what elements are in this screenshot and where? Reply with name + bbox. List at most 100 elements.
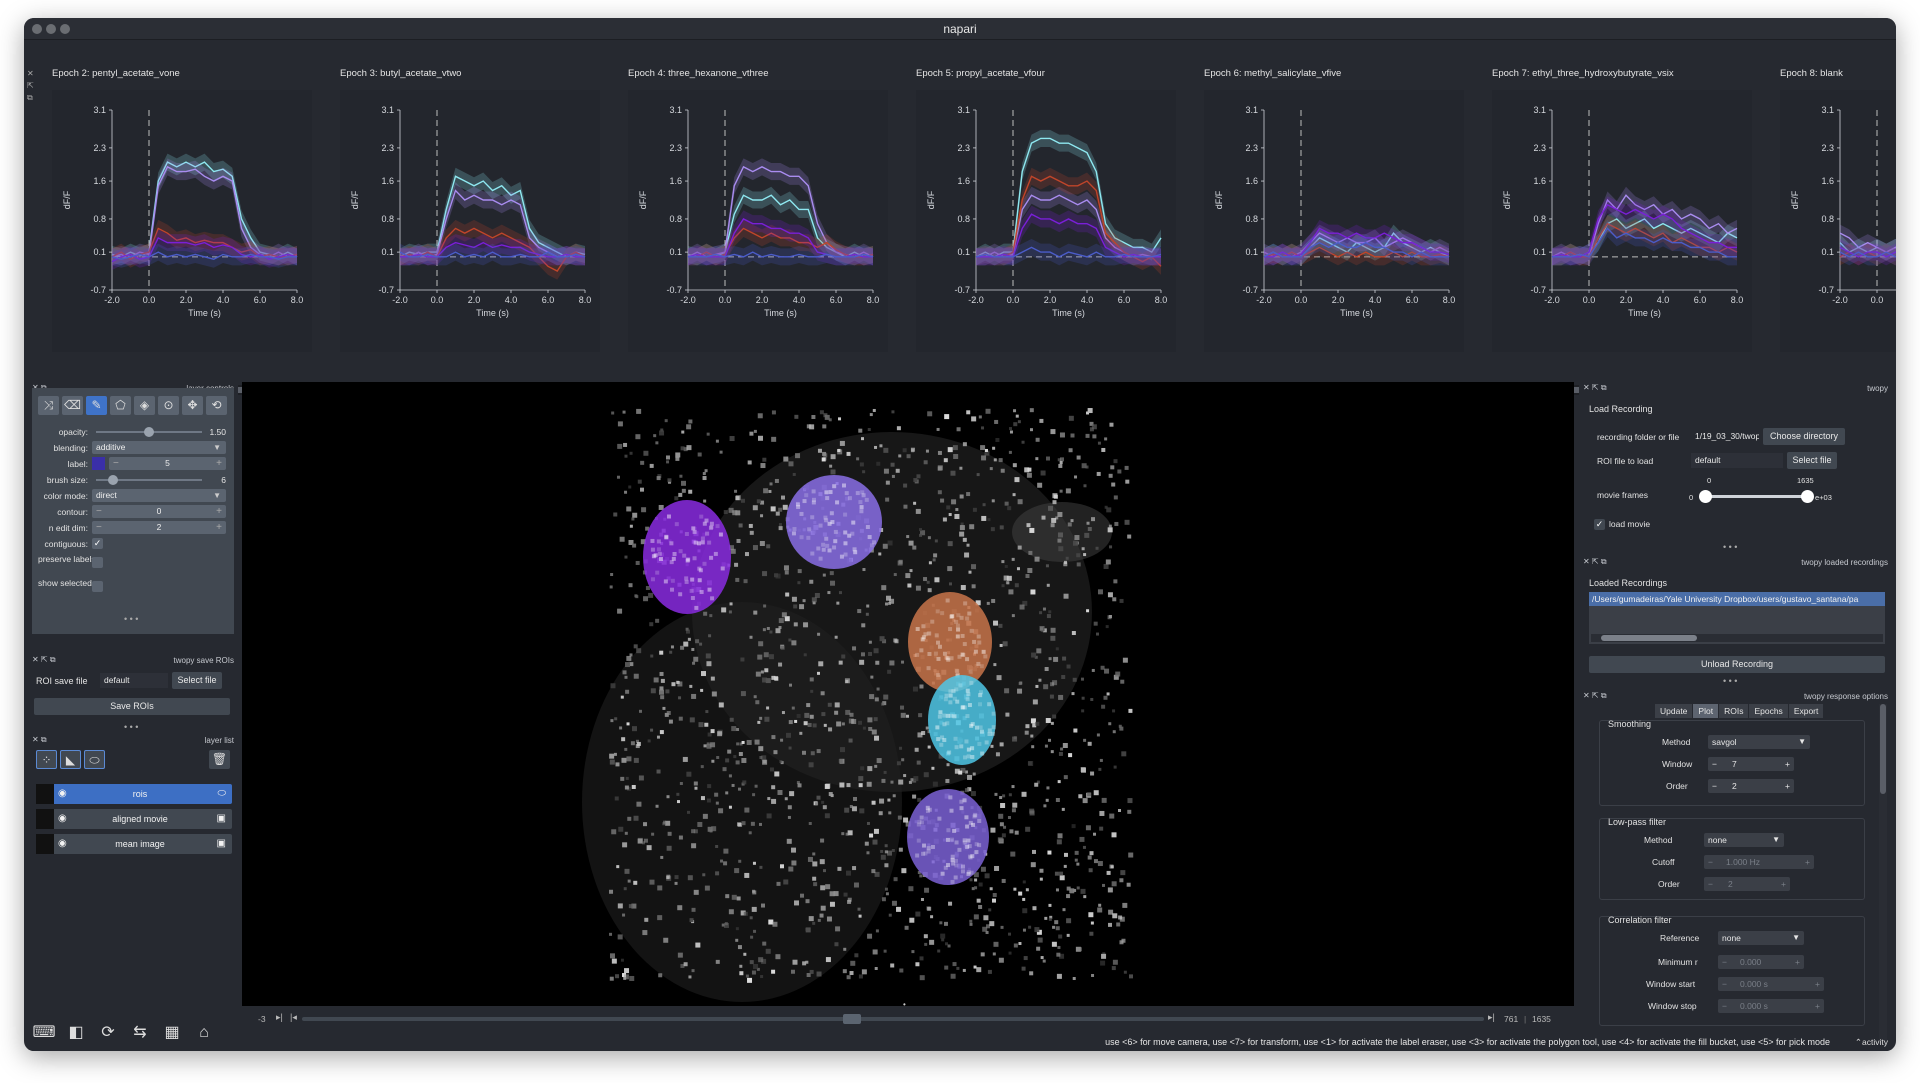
transform-icon[interactable]: ⟲ bbox=[206, 396, 227, 415]
step-forward-icon[interactable]: ▸| bbox=[1488, 1012, 1495, 1023]
dock-controls[interactable]: ✕ ⇱ ⧉ bbox=[27, 68, 37, 104]
scrollbar-thumb[interactable] bbox=[1880, 704, 1886, 794]
brush-size-slider-handle[interactable] bbox=[107, 475, 118, 485]
minus-icon[interactable]: − bbox=[1708, 877, 1713, 891]
plus-icon[interactable]: + bbox=[1781, 877, 1786, 891]
minus-icon[interactable]: − bbox=[1708, 855, 1713, 869]
new-labels-layer-icon[interactable]: ⬭ bbox=[84, 750, 105, 769]
select-roi-file-button[interactable]: Select file bbox=[1787, 452, 1837, 469]
plus-icon[interactable]: + bbox=[216, 457, 222, 470]
correlation-minr-spinbox[interactable]: −0.000 + bbox=[1718, 955, 1804, 969]
lowpass-cutoff-spinbox[interactable]: −1.000 Hz + bbox=[1704, 855, 1814, 869]
recording-folder-input[interactable]: 1/19_03_30/twopy/ bbox=[1691, 429, 1759, 444]
select-file-button[interactable]: Select file bbox=[172, 672, 222, 689]
eye-icon[interactable]: ◉ bbox=[58, 834, 67, 854]
contour-spinbox[interactable]: −0 + bbox=[92, 505, 226, 518]
plus-icon[interactable]: + bbox=[1785, 757, 1790, 771]
activity-button[interactable]: ⌃activity bbox=[1855, 1033, 1888, 1051]
step-back-icon[interactable]: |◂ bbox=[290, 1012, 297, 1023]
eye-icon[interactable]: ◉ bbox=[58, 809, 67, 829]
eye-icon[interactable]: ◉ bbox=[58, 784, 67, 804]
play-icon[interactable]: ▸| bbox=[276, 1012, 283, 1023]
layer-row[interactable]: ◉ aligned movie ▣ bbox=[36, 809, 232, 829]
plus-icon[interactable]: + bbox=[1805, 855, 1810, 869]
resize-handle[interactable]: • • • bbox=[124, 614, 138, 624]
picker-icon[interactable]: ⊙ bbox=[158, 396, 179, 415]
unload-recording-button[interactable]: Unload Recording bbox=[1589, 656, 1885, 673]
minus-icon[interactable]: − bbox=[1712, 779, 1717, 793]
move-camera-icon[interactable]: ✥ bbox=[182, 396, 203, 415]
new-shapes-layer-icon[interactable]: ◣ bbox=[60, 750, 81, 769]
minus-icon[interactable]: − bbox=[96, 521, 102, 534]
fill-bucket-icon[interactable]: ◈ bbox=[134, 396, 155, 415]
range-high-handle[interactable] bbox=[1801, 490, 1814, 503]
eraser-icon[interactable]: ⌫ bbox=[62, 396, 83, 415]
lowpass-order-spinbox[interactable]: −2 + bbox=[1704, 877, 1790, 891]
blending-select[interactable]: additive ▼ bbox=[92, 441, 226, 454]
label-color-swatch[interactable] bbox=[92, 457, 105, 470]
plus-icon[interactable]: + bbox=[1815, 999, 1820, 1013]
lowpass-method-select[interactable]: none ▼ bbox=[1704, 833, 1784, 847]
recording-list-item[interactable]: /Users/gumadeiras/Yale University Dropbo… bbox=[1589, 592, 1885, 606]
right-dock-scrollbar[interactable] bbox=[1879, 704, 1887, 1044]
shuffle-icon[interactable]: ⤨ bbox=[38, 396, 59, 415]
resize-handle[interactable]: • • • bbox=[1723, 542, 1737, 552]
minus-icon[interactable]: − bbox=[1712, 757, 1717, 771]
movie-frames-range-slider[interactable] bbox=[1703, 495, 1807, 498]
layer-row[interactable]: ◉ rois ⬭ bbox=[36, 784, 232, 804]
preserve-labels-checkbox[interactable] bbox=[92, 557, 103, 568]
resize-handle[interactable]: • • • bbox=[1723, 676, 1737, 686]
smoothing-method-select[interactable]: savgol ▼ bbox=[1708, 735, 1810, 749]
tab-update[interactable]: Update bbox=[1655, 704, 1693, 718]
minus-icon[interactable]: − bbox=[1722, 955, 1727, 969]
opacity-slider-handle[interactable] bbox=[144, 427, 154, 437]
frame-slider[interactable] bbox=[302, 1017, 1484, 1021]
list-horizontal-scrollbar[interactable] bbox=[1591, 634, 1883, 642]
minus-icon[interactable]: − bbox=[113, 457, 119, 470]
canvas-resize-dot[interactable]: • bbox=[903, 1000, 906, 1009]
tab-rois[interactable]: ROIs bbox=[1719, 704, 1749, 718]
tab-epochs[interactable]: Epochs bbox=[1749, 704, 1788, 718]
label-spinbox[interactable]: −5 + bbox=[109, 457, 226, 470]
window-start-spinbox[interactable]: −0.000 s + bbox=[1718, 977, 1824, 991]
minus-icon[interactable]: − bbox=[96, 505, 102, 518]
correlation-reference-select[interactable]: none ▼ bbox=[1718, 931, 1804, 945]
dock-close-icon[interactable]: ✕ ⇱ ⧉ bbox=[1583, 557, 1607, 567]
polygon-icon[interactable]: ⬠ bbox=[110, 396, 131, 415]
minus-icon[interactable]: − bbox=[1722, 977, 1727, 991]
range-low-handle[interactable] bbox=[1699, 490, 1712, 503]
loaded-recordings-list[interactable]: /Users/gumadeiras/Yale University Dropbo… bbox=[1589, 592, 1885, 644]
plus-icon[interactable]: + bbox=[1785, 779, 1790, 793]
minimize-window-icon[interactable] bbox=[46, 24, 56, 34]
plus-icon[interactable]: + bbox=[1815, 977, 1820, 991]
image-view[interactable] bbox=[242, 382, 1574, 1006]
save-rois-button[interactable]: Save ROIs bbox=[34, 698, 230, 715]
contiguous-checkbox[interactable]: ✓ bbox=[92, 538, 103, 549]
frame-current[interactable]: 761 bbox=[1504, 1014, 1518, 1024]
tab-export[interactable]: Export bbox=[1788, 704, 1824, 718]
resize-handle[interactable]: • • • bbox=[124, 722, 138, 732]
choose-directory-button[interactable]: Choose directory bbox=[1763, 428, 1845, 445]
color-mode-select[interactable]: direct ▼ bbox=[92, 489, 226, 502]
window-stop-spinbox[interactable]: −0.000 s + bbox=[1718, 999, 1824, 1013]
viewer-canvas[interactable] bbox=[242, 382, 1574, 1006]
smoothing-order-spinbox[interactable]: −2 + bbox=[1708, 779, 1794, 793]
smoothing-window-spinbox[interactable]: −7 + bbox=[1708, 757, 1794, 771]
close-window-icon[interactable] bbox=[32, 24, 42, 34]
load-movie-checkbox[interactable]: ✓ bbox=[1594, 519, 1605, 530]
plus-icon[interactable]: + bbox=[216, 505, 222, 518]
scrollbar-thumb[interactable] bbox=[1601, 635, 1697, 641]
show-selected-checkbox[interactable] bbox=[92, 581, 103, 592]
n-edit-dim-spinbox[interactable]: −2 + bbox=[92, 521, 226, 534]
dock-close-icon[interactable]: ✕ ⇱ ⧉ bbox=[1583, 383, 1607, 393]
trash-icon[interactable]: 🗑 bbox=[209, 750, 230, 769]
dock-close-icon[interactable]: ✕ ⇱ ⧉ bbox=[1583, 691, 1607, 701]
roi-file-input[interactable]: default bbox=[1691, 453, 1783, 468]
dock-close-icon[interactable]: ✕ ⇱ ⧉ bbox=[32, 655, 56, 665]
roi-save-file-input[interactable]: default bbox=[100, 673, 168, 688]
zoom-window-icon[interactable] bbox=[60, 24, 70, 34]
paint-brush-icon[interactable]: ✎ bbox=[86, 396, 107, 415]
frame-slider-handle[interactable] bbox=[842, 1014, 861, 1024]
plus-icon[interactable]: + bbox=[216, 521, 222, 534]
minus-icon[interactable]: − bbox=[1722, 999, 1727, 1013]
